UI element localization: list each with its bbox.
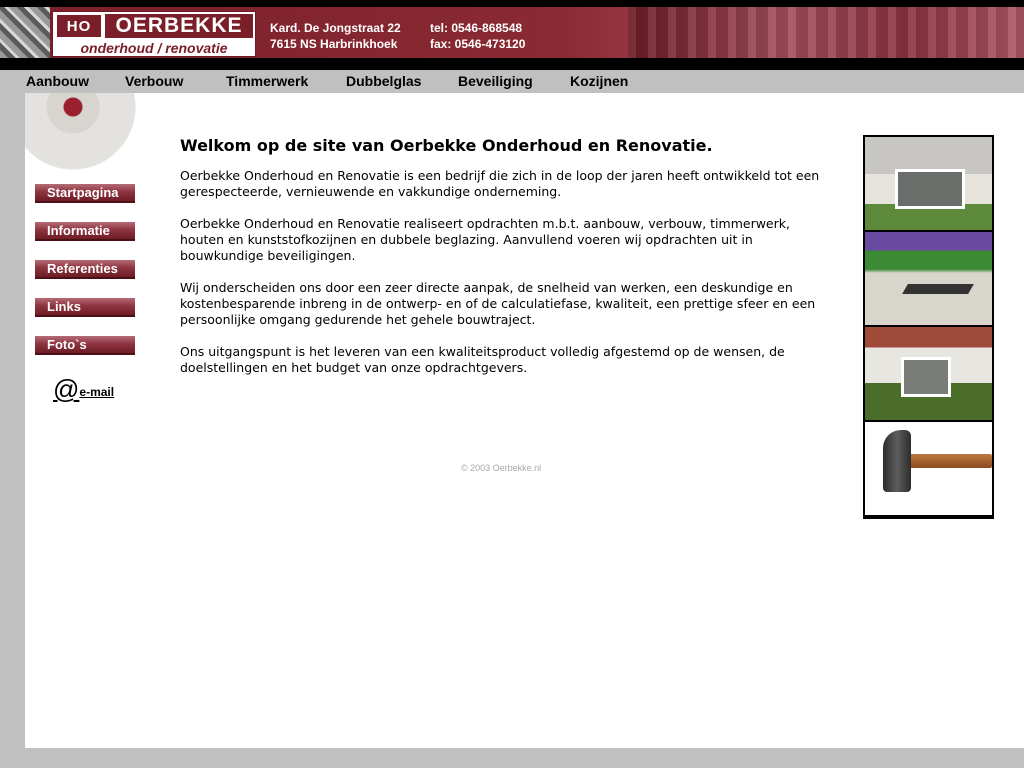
address-line-2: 7615 NS Harbrinkhoek — [270, 37, 398, 51]
main-panel: Startpagina Informatie Referenties Links… — [25, 93, 1024, 748]
copyright-text: © 2003 Oerbekke.nl — [461, 463, 542, 473]
photo-conservatory — [865, 137, 992, 230]
phone-block: tel: 0546-868548 fax: 0546-473120 — [430, 20, 525, 52]
sidebar-button-startpagina[interactable]: Startpagina — [35, 184, 135, 203]
photo-strip — [863, 135, 994, 519]
sidebar-button-fotos[interactable]: Foto`s — [35, 336, 135, 355]
header-bottom-bar — [0, 58, 1024, 70]
page-title: Welkom op de site van Oerbekke Onderhoud… — [180, 136, 713, 155]
telephone: tel: 0546-868548 — [430, 21, 523, 35]
sidebar-button-links[interactable]: Links — [35, 298, 135, 317]
email-link[interactable]: @ e-mail — [53, 376, 114, 402]
hammer-icon-handle — [909, 454, 992, 468]
address-block: Kard. De Jongstraat 22 7615 NS Harbrinkh… — [270, 20, 401, 52]
logo-name: OERBEKKE — [105, 14, 253, 38]
services-paragraph: Oerbekke Onderhoud en Renovatie realisee… — [180, 216, 790, 263]
photo-window-detail — [865, 232, 992, 325]
intro-paragraph: Oerbekke Onderhoud en Renovatie is een b… — [180, 168, 820, 199]
top-navigation: Aanbouw Verbouw Timmerwerk Dubbelglas Be… — [0, 70, 1024, 93]
header-photo-construction — [628, 7, 1024, 58]
nav-timmerwerk[interactable]: Timmerwerk — [226, 73, 308, 89]
nav-aanbouw[interactable]: Aanbouw — [26, 73, 89, 89]
welcome-content: Welkom op de site van Oerbekke Onderhoud… — [180, 136, 830, 392]
sidebar-button-referenties[interactable]: Referenties — [35, 260, 135, 279]
fax: fax: 0546-473120 — [430, 37, 526, 51]
email-label: e-mail — [79, 385, 115, 399]
logo-tagline: onderhoud / renovatie — [80, 40, 228, 56]
sidebar-button-informatie[interactable]: Informatie — [35, 222, 135, 241]
nav-dubbelglas[interactable]: Dubbelglas — [346, 73, 421, 89]
nav-beveiliging[interactable]: Beveiliging — [458, 73, 533, 89]
nav-kozijnen[interactable]: Kozijnen — [570, 73, 628, 89]
principle-paragraph: Ons uitgangspunt is het leveren van een … — [180, 344, 785, 375]
photo-house-front — [865, 327, 992, 420]
hammer-icon — [883, 430, 911, 492]
at-sign-icon: @ — [53, 374, 80, 404]
approach-paragraph: Wij onderscheiden ons door een zeer dire… — [180, 280, 816, 327]
company-logo: HO OERBEKKE onderhoud / renovatie — [52, 11, 256, 57]
photo-hammer — [865, 422, 992, 515]
saw-blade-image — [25, 93, 150, 181]
header-banner: HO OERBEKKE onderhoud / renovatie Kard. … — [0, 7, 1024, 58]
address-line-1: Kard. De Jongstraat 22 — [270, 21, 401, 35]
logo-mark: HO — [57, 15, 101, 37]
top-border — [0, 0, 1024, 7]
nav-verbouw[interactable]: Verbouw — [125, 73, 183, 89]
header-photo-workers — [0, 7, 50, 58]
